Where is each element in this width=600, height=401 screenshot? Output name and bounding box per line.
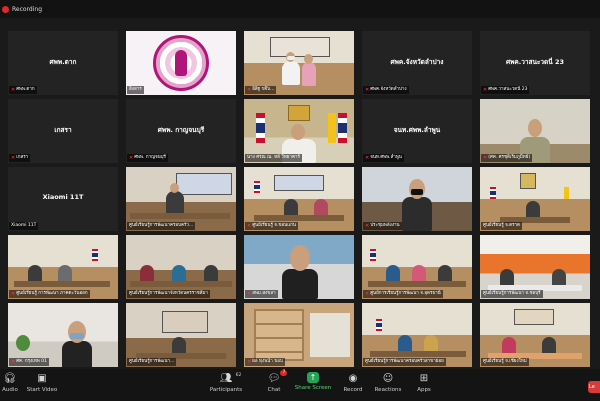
mic-muted-icon: ✕	[247, 291, 252, 297]
mic-muted-icon: ✕	[11, 291, 16, 297]
start-video-button[interactable]: ▣ Start Video	[14, 372, 70, 393]
video-tile[interactable]: ศูนย์เรียนรู้การพัฒนาจังหวัดนครราชสีมา	[126, 235, 236, 299]
video-tile[interactable]: ✕ ศูนย์การเรียนรู้การพัฒนา จ.อุดรธานี	[362, 235, 472, 299]
participant-caption: ✕ สพม.สงขลา	[245, 290, 278, 298]
participant-caption: ศูนย์เรียนรู้การพัฒนา...	[127, 358, 177, 366]
participant-caption: ✕ เกสรา	[9, 154, 31, 162]
participant-name-center: ศพค.จังหวัดลำปาง	[390, 58, 444, 66]
share-screen-icon: ↑	[307, 372, 319, 383]
mic-muted-icon: ✕	[11, 87, 16, 93]
video-tile[interactable]: ✕ ประชุมพลังงาน	[362, 167, 472, 231]
meeting-toolbar: 🎧︎ Audio ▣ Start Video 👥︎ 62 Participants…	[0, 369, 600, 401]
participant-name-center: ศพพ. กาญจนบุรี	[157, 126, 205, 134]
participants-label: Participants	[209, 387, 243, 393]
mic-muted-icon: ✕	[365, 155, 370, 161]
video-tile[interactable]: ศพค.จังหวัดลำปาง ✕ ศพค.จังหวัดลำปาง	[362, 31, 472, 95]
participant-caption: ✕ ศูนย์เรียนรู้ การพัฒนา ภาคตะวันออก	[9, 290, 90, 298]
participant-caption: ✕ ศพค.วาสนะวดนี่ 23	[481, 86, 530, 94]
video-grid: ศพพ.ตาก ✕ ศพพ.ตาก สิงสาร ✕ อิสิฐ ขจิ๊บ... …	[8, 31, 590, 368]
mic-muted-icon: ✕	[11, 359, 16, 365]
participant-caption: ✕ จนท.ศพพ.ลำพูน	[363, 154, 404, 162]
video-tile[interactable]: ✕ อิสิฐ ขจิ๊บ...	[244, 31, 354, 95]
participant-name-center: จนท.ศพพ.ลำพูน	[393, 126, 441, 134]
video-tile[interactable]: ✕ ศูนย์เรียนรู้ การพัฒนา ภาคตะวันออก	[8, 235, 118, 299]
video-tile[interactable]: เกสรา ✕ เกสรา	[8, 99, 118, 163]
participant-caption: ศูนย์เรียนรู้การพัฒนาครอบครัว...	[127, 222, 196, 230]
mic-muted-icon: ✕	[483, 87, 488, 93]
leave-button[interactable]: Le	[588, 381, 600, 393]
participants-count: 62	[235, 373, 242, 378]
apps-icon: ⊞	[419, 373, 429, 384]
video-off-icon: ▣	[37, 373, 47, 384]
video-tile[interactable]: ✕ สพม.สงขลา	[244, 235, 354, 299]
video-tile[interactable]: จนท.ศพพ.ลำพูน ✕ จนท.ศพพ.ลำพูน	[362, 99, 472, 163]
start-video-label: Start Video	[26, 387, 58, 393]
chat-label: Chat	[267, 387, 281, 393]
chat-icon: 💬︎ 7	[267, 370, 288, 384]
smiley-icon: ☺	[382, 373, 394, 384]
participant-caption: ✕ ศพพ.ตาก	[9, 86, 37, 94]
participant-caption: Xiaomi 11T	[9, 222, 39, 230]
mic-muted-icon: ✕	[247, 359, 252, 365]
participant-caption: ศูนย์เรียนรู้การพัฒนาครอบครัวสาขาย่อย	[363, 358, 446, 366]
participant-caption: ✕ ประชุมพลังงาน	[363, 222, 402, 230]
mic-muted-icon: ✕	[483, 155, 488, 161]
participant-name-center: ศพค.วาสนะวดนี่ 23	[505, 58, 565, 66]
participant-caption: ศูนย์เรียนรู้การพัฒนา จ.ชลบุรี	[481, 290, 543, 298]
top-bar: Recording	[0, 0, 600, 18]
participant-name-center: เกสรา	[54, 126, 72, 134]
video-tile[interactable]: ศูนย์เรียนรู้การพัฒนา จ.ชลบุรี	[480, 235, 590, 299]
participant-caption: ✕ ศพพ. กาญจนบุรี	[127, 154, 168, 162]
video-tile[interactable]: ✕ ศูนย์เรียนรู้ จ.ขอนแก่น	[244, 167, 354, 231]
video-tile[interactable]: ✕ ศค. กรุงเทพ 01	[8, 303, 118, 367]
video-tile[interactable]: Xiaomi 11T Xiaomi 11T	[8, 167, 118, 231]
mic-muted-icon: ✕	[365, 223, 370, 229]
participant-caption: ศูนย์เรียนรู้ จ.เชียงใหม่	[481, 358, 529, 366]
participant-caption: ✕ ศูนย์เรียนรู้ จ.ขอนแก่น	[245, 222, 298, 230]
video-tile[interactable]: ศูนย์เรียนรู้การพัฒนาครอบครัว...	[126, 167, 236, 231]
participant-name-center: Xiaomi 11T	[42, 193, 84, 201]
record-icon: ◉	[348, 373, 358, 384]
recording-label: Recording	[12, 5, 43, 13]
video-tile[interactable]: ศูนย์เรียนรู้ จ.ตราด	[480, 167, 590, 231]
mic-muted-icon: ✕	[129, 155, 134, 161]
video-tile[interactable]: ศูนย์เรียนรู้ จ.เชียงใหม่	[480, 303, 590, 367]
video-tile-active-speaker[interactable]: นาง ศรณ ณ. หลี วิทยาคาร์	[244, 99, 354, 163]
video-tile[interactable]: ✕ ผล ทุงพนำ ขอบ	[244, 303, 354, 367]
participant-caption: ✕ ศูนย์การเรียนรู้การพัฒนา จ.อุดรธานี	[363, 290, 443, 298]
video-tile[interactable]: ศูนย์เรียนรู้การพัฒนาครอบครัวสาขาย่อย	[362, 303, 472, 367]
mic-muted-icon: ✕	[247, 223, 252, 229]
organization-logo	[153, 35, 209, 91]
participant-caption: ศูนย์เรียนรู้ จ.ตราด	[481, 222, 522, 230]
mic-muted-icon: ✕	[11, 155, 16, 161]
record-dot-icon	[2, 5, 9, 13]
participant-caption: สิงสาร	[127, 86, 144, 94]
participant-caption: นาง ศรณ ณ. หลี วิทยาคาร์	[245, 154, 302, 162]
participant-name-center: ศพพ.ตาก	[49, 58, 77, 66]
video-tile[interactable]: ศูนย์เรียนรู้การพัฒนา...	[126, 303, 236, 367]
participant-caption: ✕ (ศค. ศรชุติเริ่มภูมิ์ทธี)	[481, 154, 533, 162]
participant-caption: ✕ อิสิฐ ขจิ๊บ...	[245, 86, 277, 94]
participant-caption: ✕ ศค. กรุงเทพ 01	[9, 358, 49, 366]
video-tile[interactable]: สิงสาร	[126, 31, 236, 95]
video-tile[interactable]: ศพพ. กาญจนบุรี ✕ ศพพ. กาญจนบุรี	[126, 99, 236, 163]
participant-caption: ✕ ผล ทุงพนำ ขอบ	[245, 358, 285, 366]
participant-caption: ✕ ศพค.จังหวัดลำปาง	[363, 86, 409, 94]
mic-muted-icon: ✕	[365, 87, 370, 93]
participant-caption: ศูนย์เรียนรู้การพัฒนาจังหวัดนครราชสีมา	[127, 290, 210, 298]
apps-label: Apps	[417, 387, 431, 393]
participants-icon: 👥︎ 62	[220, 372, 242, 385]
mic-muted-icon: ✕	[365, 291, 370, 297]
video-tile[interactable]: ศพพ.ตาก ✕ ศพพ.ตาก	[8, 31, 118, 95]
mic-muted-icon: ✕	[247, 87, 252, 93]
video-tile[interactable]: ศพค.วาสนะวดนี่ 23 ✕ ศพค.วาสนะวดนี่ 23	[480, 31, 590, 95]
video-tile[interactable]: ✕ (ศค. ศรชุติเริ่มภูมิ์ทธี)	[480, 99, 590, 163]
apps-button[interactable]: ⊞ Apps	[396, 372, 452, 393]
